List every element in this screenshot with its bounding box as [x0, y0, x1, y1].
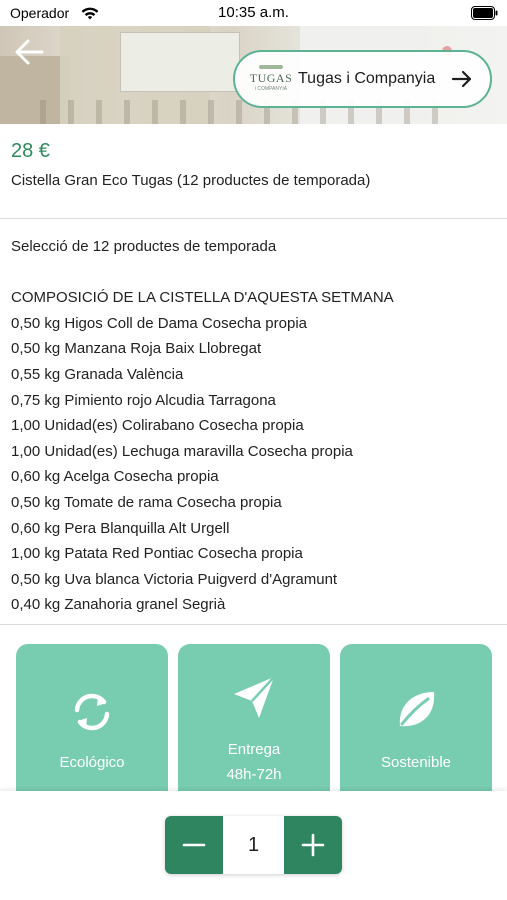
composition-item: 1,00 Unidad(es) Lechuga maravilla Cosech… [11, 442, 353, 460]
feature-cards: Ecológico Entrega 48h-72h Sostenible [0, 644, 507, 804]
composition-item: 0,50 kg Uva blanca Victoria Puigverd d'A… [11, 570, 338, 588]
plus-icon [301, 833, 325, 857]
composition-item: 0,50 kg Higos Coll de Dama Cosecha propi… [11, 314, 307, 332]
composition-heading: COMPOSICIÓ DE LA CISTELLA D'AQUESTA SETM… [11, 289, 394, 307]
composition-item: 0,60 kg Pera Blanquilla Alt Urgell [11, 519, 230, 537]
clock-time: 10:35 a.m. [218, 4, 289, 21]
logo-mark [259, 65, 283, 69]
vendor-logo: TUGAS i COMPANYIA [249, 65, 293, 95]
battery-icon [471, 6, 498, 20]
logo-wordmark: TUGAS [249, 71, 293, 85]
composition-item: 0,75 kg Pimiento rojo Alcudia Tarragona [11, 391, 276, 409]
composition-item: 0,60 kg Acelga Cosecha propia [11, 468, 219, 486]
feature-card-ecologico: Ecológico [16, 644, 168, 804]
feature-label: Sostenible [380, 754, 452, 771]
logo-subtext: i COMPANYIA [254, 86, 288, 92]
feature-card-sostenible: Sostenible [340, 644, 492, 804]
feature-label: Ecológico [59, 754, 125, 771]
composition-item: 1,00 Unidad(es) Colirabano Cosecha propi… [11, 417, 304, 435]
feature-label-line1: Entrega [227, 741, 281, 758]
composition-item: 0,55 kg Granada València [11, 365, 184, 383]
back-button[interactable] [12, 36, 46, 68]
feature-card-entrega: Entrega 48h-72h [178, 644, 330, 804]
product-description: Selecció de 12 productes de temporada CO… [11, 234, 501, 618]
feature-label-line2: 48h-72h [226, 766, 282, 783]
composition-item: 0,50 kg Manzana Roja Baix Llobregat [11, 340, 262, 358]
increase-quantity-button[interactable] [284, 816, 342, 874]
quantity-stepper: 1 [165, 816, 342, 874]
quantity-value[interactable]: 1 [223, 816, 284, 874]
bottom-bar: 1 [0, 791, 507, 900]
vendor-link-button[interactable]: TUGAS i COMPANYIA Tugas i Companyia [233, 50, 492, 108]
status-bar: Operador 10:35 a.m. [0, 0, 507, 26]
minus-icon [182, 843, 206, 847]
leaf-icon [399, 692, 435, 727]
description-intro: Selecció de 12 productes de temporada [11, 238, 277, 255]
decrease-quantity-button[interactable] [165, 816, 223, 874]
divider [0, 624, 507, 625]
recycle-icon [74, 693, 110, 731]
composition-item: 0,40 kg Zanahoria granel Segrià [11, 596, 226, 614]
hero-label-sheet [120, 32, 240, 92]
product-title: Cistella Gran Eco Tugas (12 productes de… [11, 172, 371, 189]
divider [0, 218, 507, 219]
composition-item: 1,00 kg Patata Red Pontiac Cosecha propi… [11, 545, 303, 563]
vendor-name: Tugas i Companyia [298, 70, 436, 87]
arrow-right-icon [451, 70, 472, 88]
composition-item: 0,50 kg Tomate de rama Cosecha propia [11, 493, 282, 511]
send-icon [234, 676, 275, 718]
product-price: 28 € [11, 140, 50, 162]
arrow-left-icon [15, 39, 44, 65]
